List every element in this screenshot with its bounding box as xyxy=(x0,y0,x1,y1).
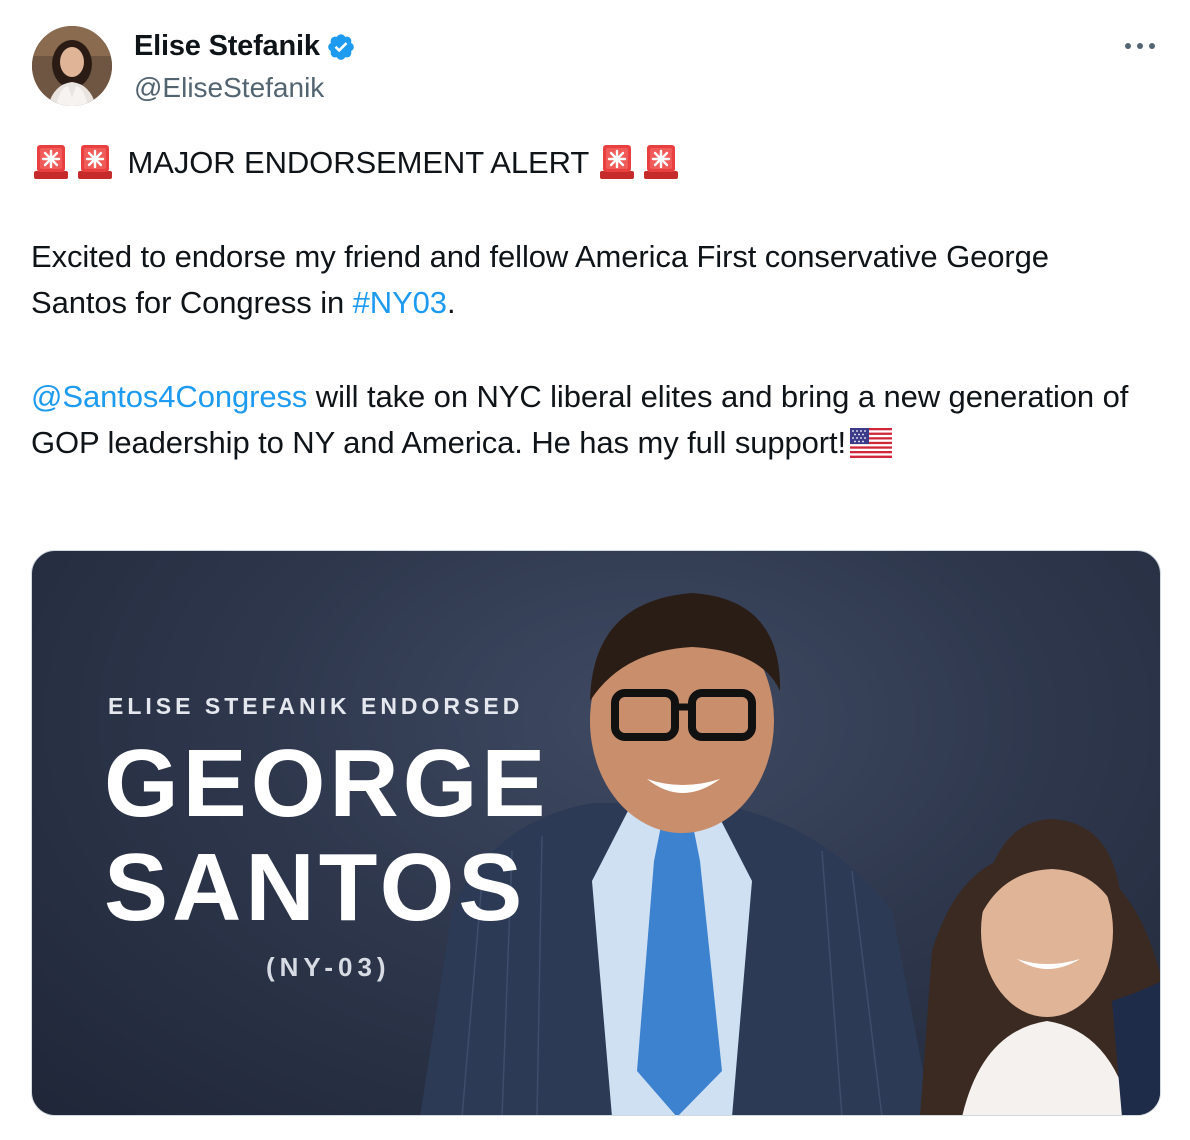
author-avatar[interactable] xyxy=(32,26,112,106)
mention-link[interactable]: @Santos4Congress xyxy=(31,379,307,414)
tweet-paragraph-endorse: Excited to endorse my friend and fellow … xyxy=(31,234,1151,326)
media-district-text: (NY-03) xyxy=(266,952,391,982)
avatar-photo xyxy=(32,26,112,106)
alert-text: MAJOR ENDORSEMENT ALERT xyxy=(127,145,589,180)
media-kicker-text: ELISE STEFANIK ENDORSED xyxy=(108,693,524,719)
police-siren-emoji-icon xyxy=(34,145,68,179)
media-name-line2: SANTOS xyxy=(104,834,527,941)
author-name-row[interactable]: Elise Stefanik xyxy=(134,30,356,63)
police-siren-emoji-icon xyxy=(600,145,635,179)
police-siren-emoji-icon xyxy=(644,145,679,179)
author-handle[interactable]: @EliseStefanik xyxy=(134,72,324,104)
media-name-line1: GEORGE xyxy=(104,730,550,837)
hashtag-link[interactable]: #NY03 xyxy=(353,285,447,320)
police-siren-emoji-icon xyxy=(78,145,112,179)
verified-badge-icon xyxy=(327,33,354,60)
more-dots-icon xyxy=(1125,43,1155,49)
author-display-name[interactable]: Elise Stefanik xyxy=(134,30,320,63)
tweet-text: MAJOR ENDORSEMENT ALERT Excited to endor… xyxy=(31,140,1151,466)
tweet-line-alert: MAJOR ENDORSEMENT ALERT xyxy=(31,140,1151,186)
more-options-button[interactable] xyxy=(1120,28,1160,64)
us-flag-emoji-icon xyxy=(850,428,893,458)
paragraph-text: Excited to endorse my friend and fellow … xyxy=(31,239,1049,320)
paragraph-end: . xyxy=(446,285,456,320)
tweet-paragraph-support: @Santos4Congress will take on NYC libera… xyxy=(31,374,1151,466)
